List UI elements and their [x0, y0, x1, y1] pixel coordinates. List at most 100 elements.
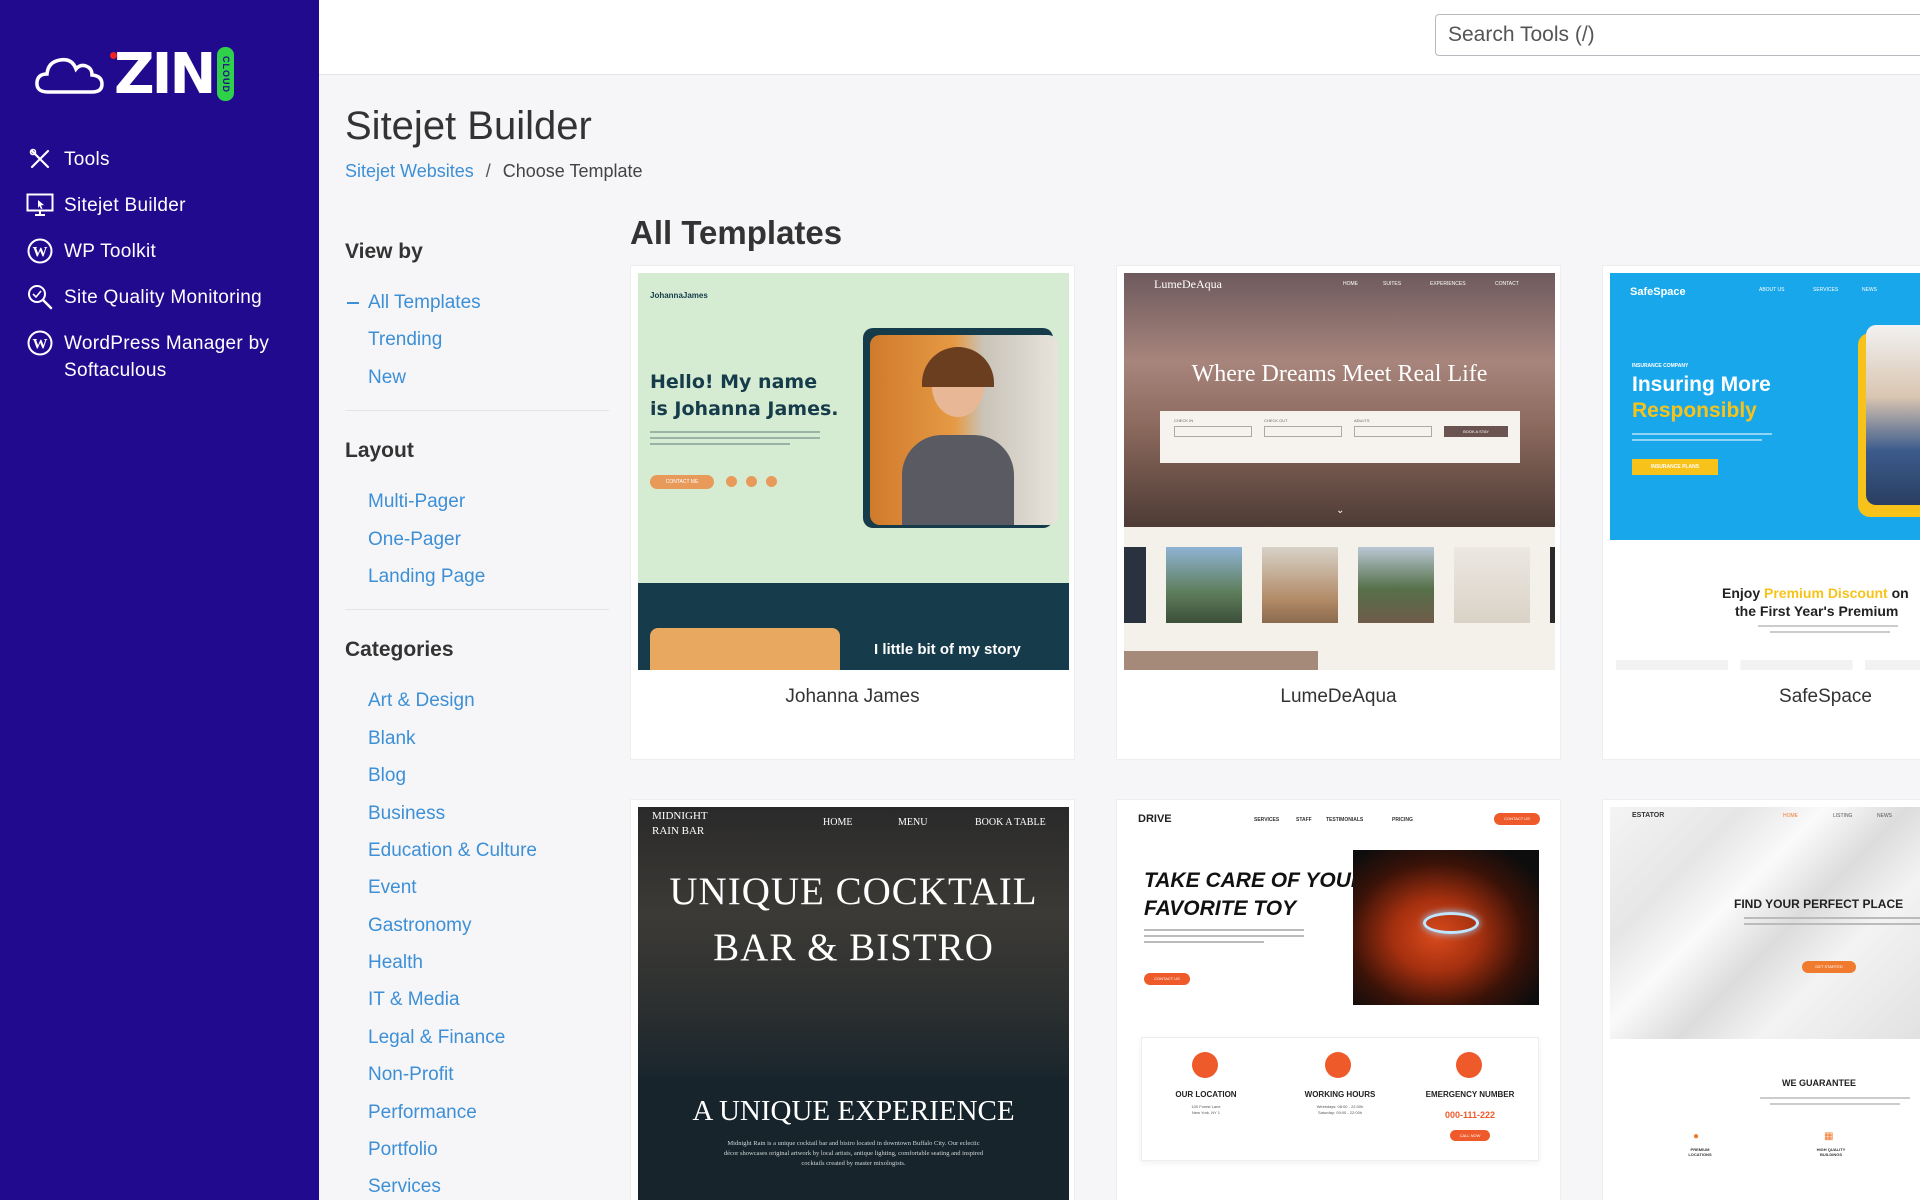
breadcrumb-current: Choose Template	[502, 161, 643, 181]
portrait-hair	[922, 347, 994, 387]
preview-gallery-image	[1358, 547, 1434, 623]
preview-emergency-number: 000-111-222	[1444, 1110, 1496, 1120]
filter-category[interactable]: Art & Design	[345, 682, 609, 719]
sidebar-nav: Tools Sitejet Builder W WP Toolkit Site …	[26, 146, 296, 403]
preview-person-photo	[1866, 325, 1920, 505]
preview-gallery-image	[1454, 547, 1530, 623]
preview-headline: Hello! My name is Johanna James.	[650, 371, 839, 420]
preview-nav-item: SUITES	[1383, 281, 1402, 287]
filter-category[interactable]: Gastronomy	[345, 907, 609, 944]
preview-brand: LumeDeAqua	[1154, 277, 1222, 291]
preview-feature-line: Weekdays: 08:00 - 22:00h	[1316, 1104, 1364, 1109]
filter-divider	[345, 609, 609, 611]
preview-feature-label: HIGH QUALITY BUILDINGS	[1816, 1147, 1846, 1157]
filter-category[interactable]: Services	[345, 1168, 609, 1200]
template-preview: SafeSpace ABOUT US SERVICES NEWS INSURAN…	[1610, 273, 1920, 670]
preview-text-line	[1632, 439, 1762, 441]
template-card-estator[interactable]: ESTATOR HOME LISTING NEWS FIND YOUR PERF…	[1602, 799, 1920, 1200]
filter-multi-pager[interactable]: Multi-Pager	[345, 483, 609, 520]
breadcrumb-link[interactable]: Sitejet Websites	[345, 161, 474, 182]
filter-category[interactable]: Blog	[345, 757, 609, 794]
filter-trending[interactable]: Trending	[345, 321, 609, 358]
sidebar-item-wp-toolkit[interactable]: W WP Toolkit	[26, 238, 296, 265]
filter-category[interactable]: Business	[345, 795, 609, 832]
preview-story-title: I little bit of my story	[874, 641, 1021, 658]
logo-text: ZIN	[114, 41, 216, 107]
template-preview: LumeDeAqua HOME SUITES EXPERIENCES CONTA…	[1124, 273, 1555, 670]
preview-book-button: BOOK A STAY	[1444, 426, 1508, 437]
template-name: SafeSpace	[1779, 686, 1872, 707]
svg-text:W: W	[33, 337, 48, 353]
preview-headline: UNIQUE COCKTAIL	[669, 870, 1038, 913]
building-icon: ▦	[1824, 1131, 1834, 1142]
preview-nav-item: HOME	[1783, 813, 1798, 819]
filter-category[interactable]: Non-Profit	[345, 1056, 609, 1093]
filter-divider	[345, 410, 609, 412]
location-pin-icon	[1192, 1052, 1218, 1078]
car-headlight	[1423, 912, 1479, 934]
preview-text-line	[650, 443, 790, 445]
logo-dot	[110, 52, 117, 59]
template-card-johanna-james[interactable]: JohannaJames Hello! My name is Johanna J…	[630, 265, 1075, 760]
template-card-lumedeaqua[interactable]: LumeDeAqua HOME SUITES EXPERIENCES CONTA…	[1116, 265, 1561, 760]
filter-category[interactable]: Blank	[345, 720, 609, 757]
preview-nav-item: ABOUT US	[1759, 287, 1785, 293]
svg-text:W: W	[33, 245, 48, 261]
preview-headline: FAVORITE TOY	[1144, 897, 1297, 920]
filter-category[interactable]: Portfolio	[345, 1131, 609, 1168]
preview-text-line	[1744, 917, 1920, 919]
sidebar-item-label: Sitejet Builder	[64, 195, 186, 216]
layout-list: Multi-Pager One-Pager Landing Page	[345, 483, 609, 595]
preview-booking-bar: CHECK IN CHECK OUT ADULTS BOOK A STAY	[1160, 411, 1520, 463]
sidebar-item-sitejet-builder[interactable]: Sitejet Builder	[26, 192, 296, 219]
preview-call-button: CALL NOW	[1450, 1130, 1490, 1141]
filter-category[interactable]: Education & Culture	[345, 832, 609, 869]
template-card-midnight-rain-bar[interactable]: MIDNIGHT RAIN BAR HOME MENU BOOK A TABLE…	[630, 799, 1075, 1200]
preview-feature-line: New York, NY 1	[1192, 1110, 1220, 1115]
preview-nav-item: BOOK A TABLE	[975, 817, 1046, 828]
logo-badge: CLOUD	[217, 47, 235, 101]
template-preview: JohannaJames Hello! My name is Johanna J…	[638, 273, 1069, 670]
preview-field	[1354, 426, 1432, 437]
preview-field-label: ADULTS	[1354, 418, 1370, 423]
tools-icon	[26, 146, 54, 172]
preview-promo: Enjoy Premium Discount on	[1722, 585, 1920, 601]
filter-category[interactable]: Legal & Finance	[345, 1019, 609, 1056]
filter-heading-view-by: View by	[345, 240, 423, 263]
filter-landing-page[interactable]: Landing Page	[345, 558, 609, 595]
filter-category[interactable]: Performance	[345, 1094, 609, 1131]
filter-all-templates[interactable]: All Templates	[345, 284, 609, 321]
sidebar-item-label: WP Toolkit	[64, 241, 157, 262]
filter-category[interactable]: IT & Media	[345, 981, 609, 1018]
preview-hero-image	[1124, 273, 1555, 527]
preview-subhead: A UNIQUE EXPERIENCE	[692, 1095, 1015, 1127]
page-title: Sitejet Builder	[345, 104, 592, 148]
template-card-drive[interactable]: DRIVE SERVICES STAFF TESTIMONIALS PRICIN…	[1116, 799, 1561, 1200]
sidebar-item-site-quality-monitoring[interactable]: Site Quality Monitoring	[26, 284, 296, 311]
social-icon	[746, 476, 757, 487]
preview-promo-text: Enjoy	[1722, 585, 1761, 601]
logo[interactable]: ZIN CLOUD	[34, 41, 254, 107]
preview-nav-item: EXPERIENCES	[1430, 281, 1466, 287]
preview-brand: SafeSpace	[1630, 286, 1686, 298]
filter-category[interactable]: Health	[345, 944, 609, 981]
template-name: LumeDeAqua	[1280, 686, 1397, 707]
preview-feature-title: WORKING HOURS	[1304, 1090, 1376, 1099]
preview-nav-item: STAFF	[1296, 817, 1312, 823]
search-input[interactable]	[1435, 14, 1920, 56]
preview-feature-title: OUR LOCATION	[1175, 1090, 1237, 1099]
filter-category[interactable]: Event	[345, 869, 609, 906]
location-pin-icon: ●	[1693, 1131, 1700, 1142]
preview-nav-item: SERVICES	[1813, 287, 1839, 293]
filter-one-pager[interactable]: One-Pager	[345, 521, 609, 558]
template-card-safespace[interactable]: SafeSpace ABOUT US SERVICES NEWS INSURAN…	[1602, 265, 1920, 760]
preview-nav-item: HOME	[1343, 281, 1358, 287]
filter-new[interactable]: New	[345, 359, 609, 396]
wordpress-icon: W	[26, 238, 54, 264]
preview-nav-item: HOME	[823, 817, 853, 828]
preview-text-line	[1144, 935, 1304, 937]
preview-text-line	[1632, 433, 1772, 435]
sidebar-item-tools[interactable]: Tools	[26, 146, 296, 173]
sidebar-item-wordpress-manager[interactable]: W WordPress Manager by Softaculous	[26, 330, 296, 384]
breadcrumb-separator: /	[485, 161, 491, 181]
